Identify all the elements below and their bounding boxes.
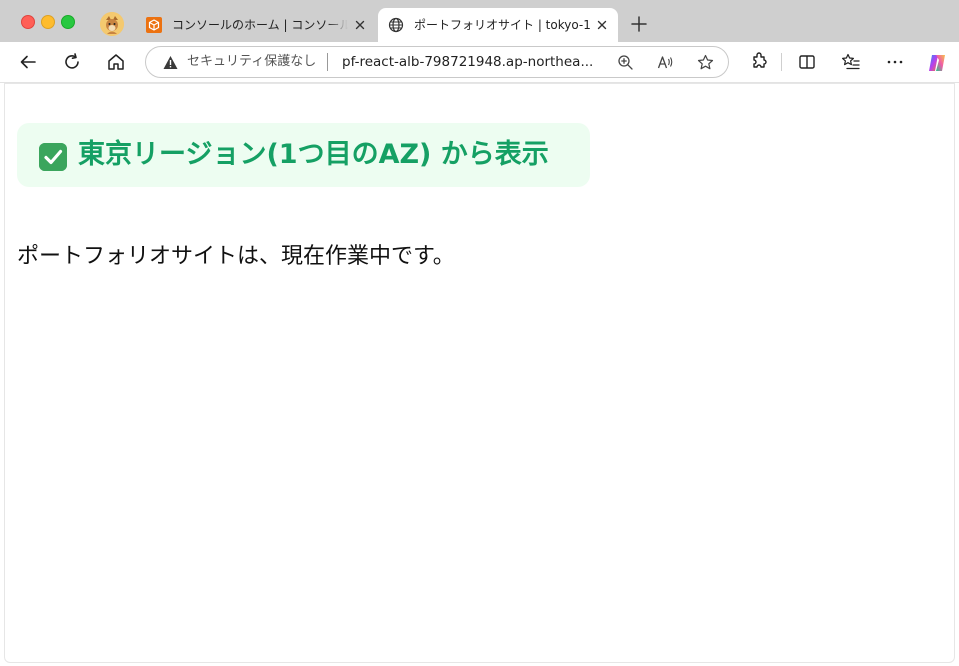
page-content: 東京リージョン(1つ目のAZ) から表示 ポートフォリオサイトは、現在作業中です… [4, 83, 955, 663]
extensions-puzzle-icon[interactable] [749, 52, 769, 72]
globe-icon [388, 17, 404, 33]
copilot-icon[interactable] [926, 52, 946, 72]
region-banner-text: 東京リージョン(1つ目のAZ) から表示 [78, 139, 549, 170]
close-icon[interactable] [352, 17, 368, 33]
warning-triangle-icon[interactable] [163, 55, 178, 70]
check-mark-icon [39, 143, 67, 171]
tab-console-home[interactable]: コンソールのホーム | コンソールのホーム [136, 8, 376, 42]
browser-toolbar: セキュリティ保護なし pf-react-alb-798721948.ap-nor… [0, 42, 959, 83]
status-message: ポートフォリオサイトは、現在作業中です。 [17, 244, 455, 269]
favorite-star-icon[interactable] [697, 54, 714, 71]
back-arrow-icon[interactable] [18, 52, 38, 72]
profile-avatar-icon[interactable] [100, 12, 124, 36]
home-icon[interactable] [106, 52, 126, 72]
security-status-label[interactable]: セキュリティ保護なし [187, 54, 316, 70]
tab-strip: コンソールのホーム | コンソールのホーム ポートフォリオサイト | tokyo… [0, 0, 959, 42]
toolbar-separator [781, 53, 782, 71]
favorites-list-icon[interactable] [841, 52, 861, 72]
tab-portfolio-site[interactable]: ポートフォリオサイト | tokyo-1 [378, 8, 618, 42]
aws-console-icon [146, 17, 162, 33]
close-icon[interactable] [594, 17, 610, 33]
refresh-icon[interactable] [62, 52, 82, 72]
zoom-window-button[interactable] [61, 15, 75, 29]
more-menu-icon[interactable] [885, 52, 905, 72]
region-banner: 東京リージョン(1つ目のAZ) から表示 [17, 123, 590, 187]
tab-title: コンソールのホーム | コンソールのホーム [172, 18, 348, 32]
address-separator [327, 53, 328, 71]
zoom-icon[interactable] [617, 54, 634, 71]
new-tab-plus-icon[interactable] [630, 15, 648, 33]
tab-title: ポートフォリオサイト | tokyo-1 [414, 18, 590, 32]
url-text[interactable]: pf-react-alb-798721948.ap-northea... [342, 54, 602, 70]
address-bar[interactable]: セキュリティ保護なし pf-react-alb-798721948.ap-nor… [145, 46, 729, 78]
read-aloud-icon[interactable] [657, 54, 674, 71]
minimize-window-button[interactable] [41, 15, 55, 29]
browser-window: コンソールのホーム | コンソールのホーム ポートフォリオサイト | tokyo… [0, 0, 959, 666]
split-screen-icon[interactable] [797, 52, 817, 72]
close-window-button[interactable] [21, 15, 35, 29]
